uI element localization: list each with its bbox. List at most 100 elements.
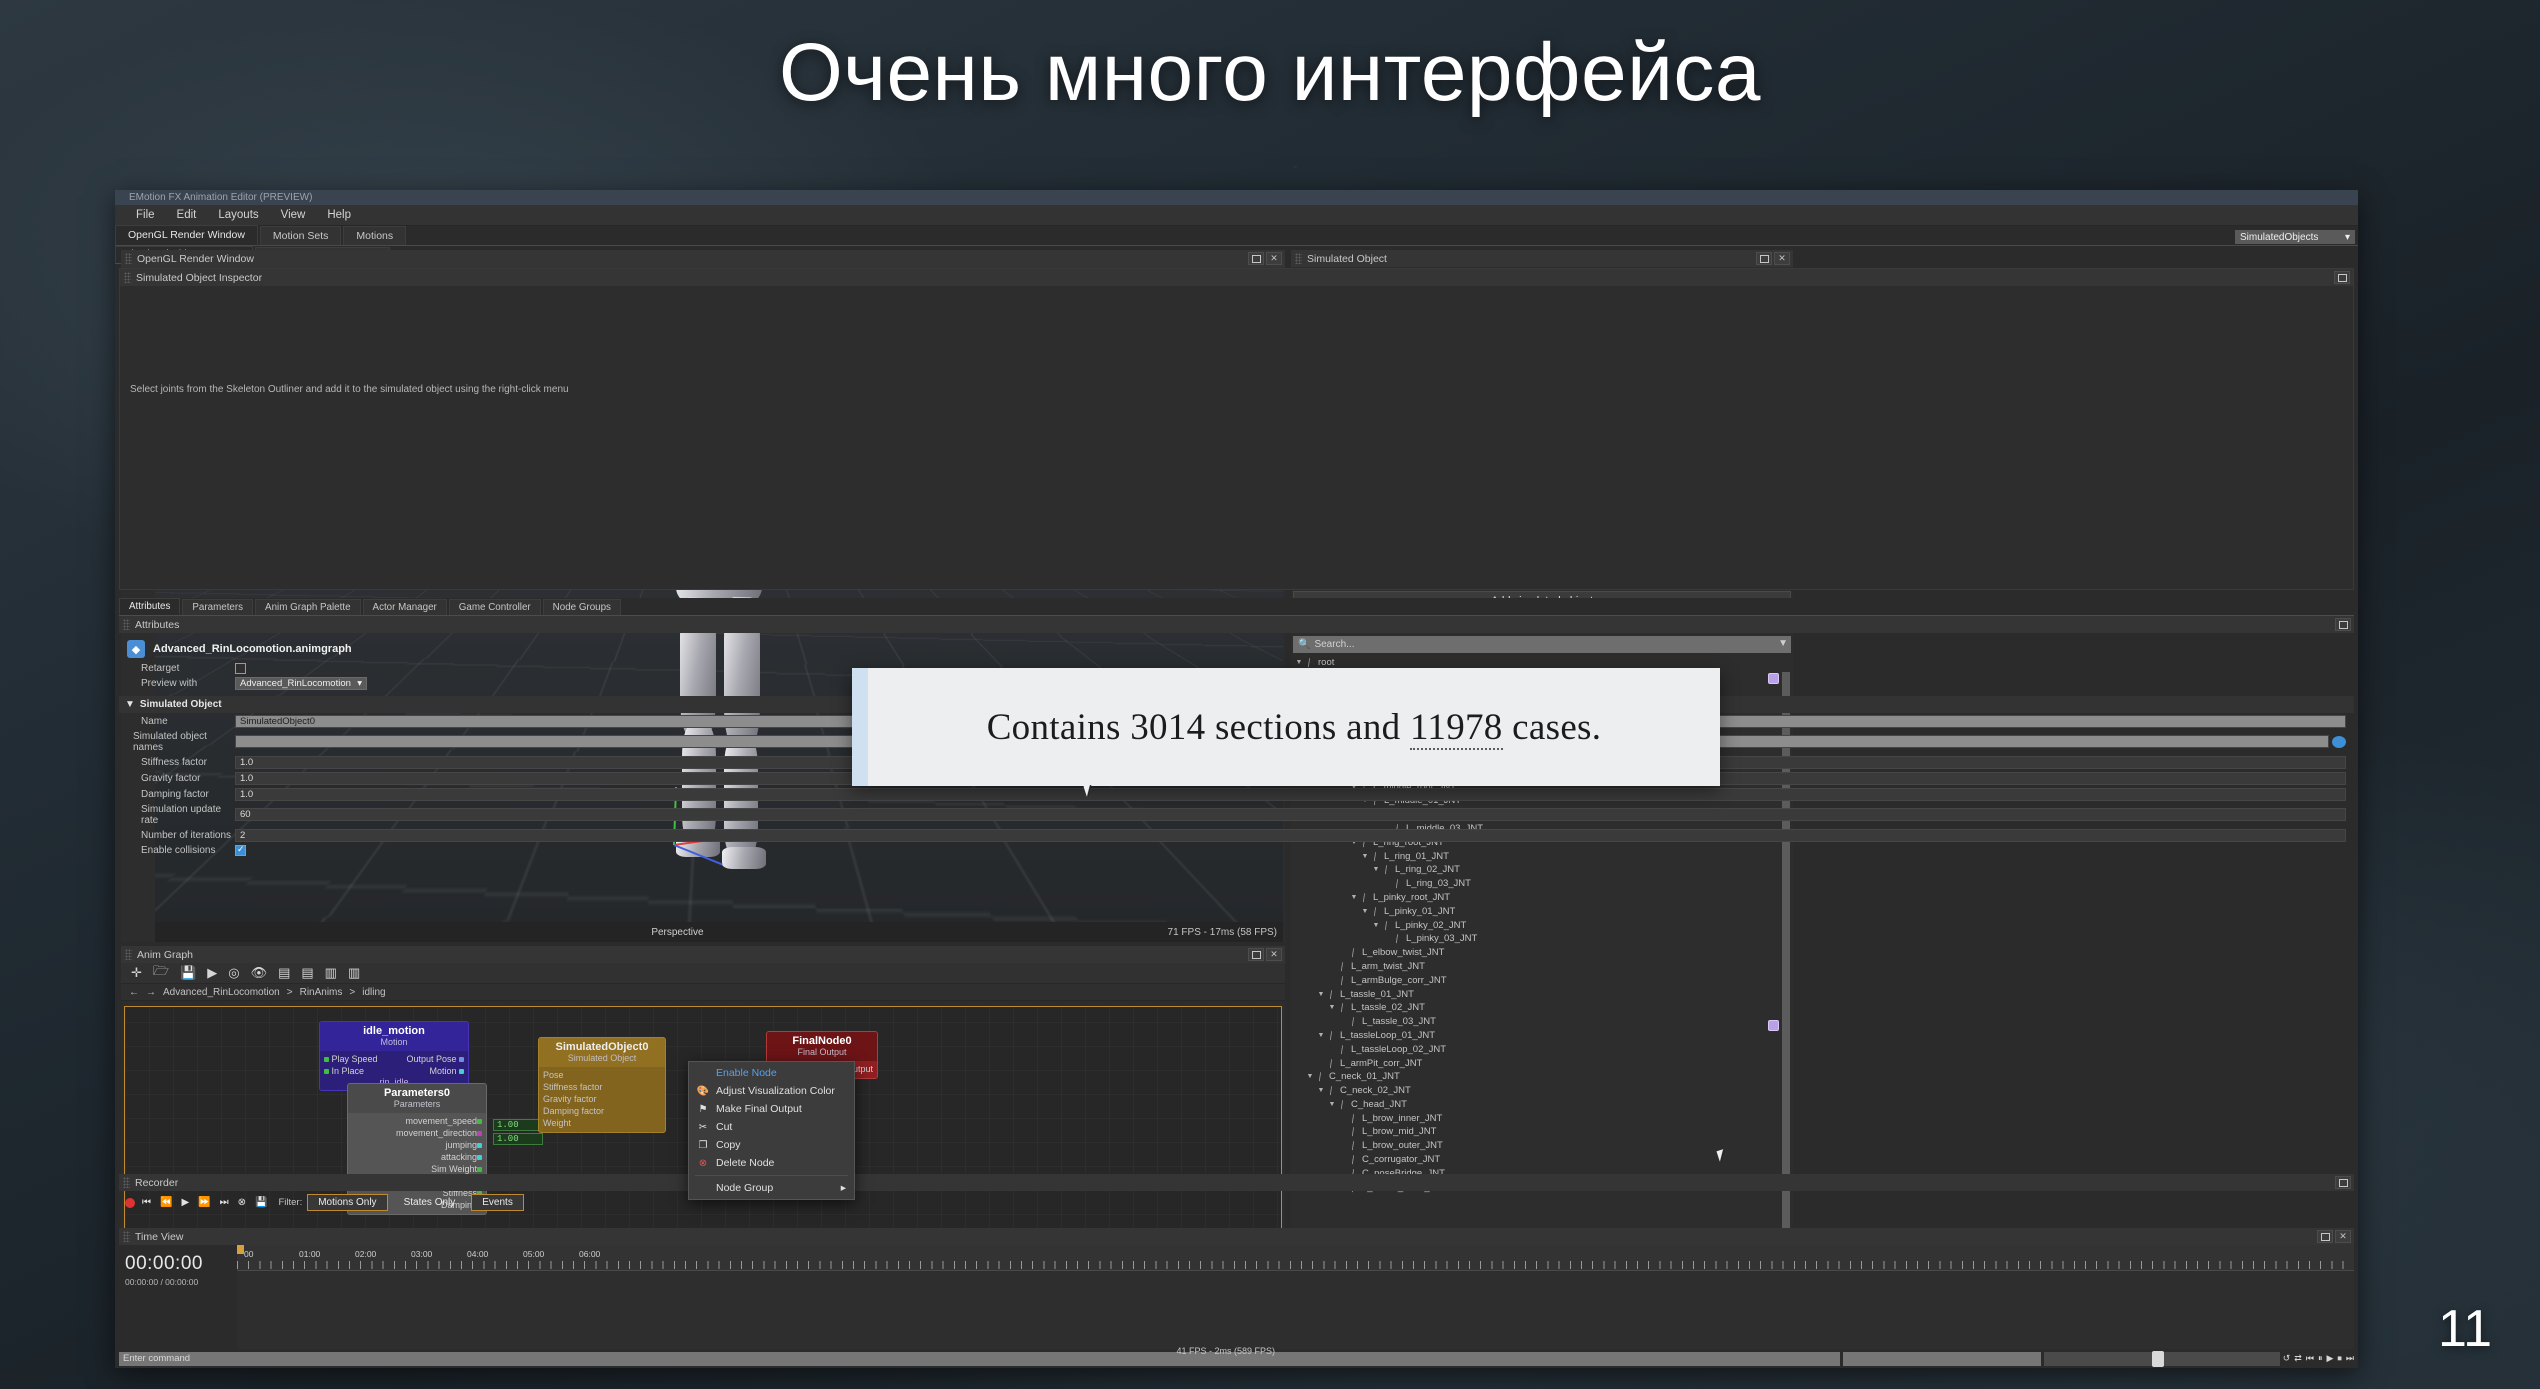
render-window-buttons: ✕ bbox=[1248, 252, 1285, 265]
context-menu-item-make-final-output[interactable]: ⚑ Make Final Output bbox=[689, 1100, 854, 1118]
filter-motions-only[interactable]: Motions Only bbox=[307, 1194, 388, 1211]
drag-grip-icon[interactable] bbox=[123, 619, 130, 630]
drag-grip-icon[interactable] bbox=[123, 1231, 130, 1242]
context-menu-label: Node Group bbox=[716, 1182, 774, 1194]
main-tab-row: OpenGL Render Window Motion Sets Motions bbox=[115, 225, 2358, 246]
callout-accent-bar bbox=[852, 668, 868, 786]
tab-attributes[interactable]: Attributes bbox=[119, 598, 181, 615]
filter-events[interactable]: Events bbox=[471, 1194, 524, 1211]
close-icon[interactable]: ✕ bbox=[1774, 252, 1790, 265]
menu-file[interactable]: File bbox=[125, 207, 166, 223]
simulated-object-title: Simulated Object bbox=[1307, 252, 1387, 265]
picker-icon[interactable] bbox=[2332, 735, 2346, 748]
skip-start-icon[interactable]: ⏮ bbox=[140, 1197, 153, 1208]
time-view-titlebar: Time View ✕ bbox=[119, 1228, 2354, 1245]
maximize-icon[interactable] bbox=[1248, 252, 1264, 265]
tab-parameters[interactable]: Parameters bbox=[182, 599, 254, 615]
tick-label: 02:00 bbox=[355, 1249, 377, 1259]
field-row-simulation-update-rate[interactable]: Simulation update rate 60 bbox=[119, 802, 2354, 827]
current-time: 00:00:00 bbox=[125, 1253, 203, 1274]
field-value[interactable]: 2 bbox=[235, 828, 2346, 842]
filter-states-only[interactable]: States Only bbox=[393, 1194, 467, 1211]
context-menu-label: Delete Node bbox=[716, 1157, 775, 1169]
copy-icon: ❐ bbox=[698, 1139, 708, 1151]
slider-knob[interactable] bbox=[2152, 1350, 2165, 1367]
callout-mid: sections and bbox=[1205, 706, 1410, 748]
playback-slider[interactable] bbox=[2043, 1350, 2280, 1367]
playhead-icon[interactable] bbox=[237, 1245, 244, 1254]
preview-dropdown[interactable]: Advanced_RinLocomotion ▾ bbox=[235, 676, 367, 690]
layout-dropdown[interactable]: SimulatedObjects ▾ bbox=[2235, 230, 2355, 244]
tab-motion-sets[interactable]: Motion Sets bbox=[259, 226, 342, 245]
field-row-enable-collisions[interactable]: Enable collisions bbox=[119, 843, 2354, 857]
pause-icon[interactable]: ⏸ bbox=[2318, 1353, 2323, 1364]
slide-title: Очень много интерфейса bbox=[778, 27, 1762, 118]
field-value[interactable]: 1.0 bbox=[235, 787, 2346, 801]
maximize-icon[interactable] bbox=[1756, 252, 1772, 265]
record-icon[interactable] bbox=[125, 1197, 135, 1208]
menu-view[interactable]: View bbox=[270, 207, 317, 223]
filter-label: Filter: bbox=[278, 1197, 303, 1208]
context-menu-item-node-group[interactable]: Node Group ▸ bbox=[689, 1179, 854, 1197]
menu-help[interactable]: Help bbox=[316, 207, 362, 223]
timeline-ruler[interactable]: 00 01:00 02:00 03:00 04:00 05:00 06:00 bbox=[237, 1245, 2354, 1271]
tab-node-groups[interactable]: Node Groups bbox=[542, 599, 621, 615]
tab-game-controller[interactable]: Game Controller bbox=[448, 599, 541, 615]
command-secondary-input[interactable] bbox=[1842, 1351, 2041, 1366]
time-view-buttons: ✕ bbox=[2317, 1230, 2354, 1243]
node-context-menu[interactable]: Enable Node 🎨 Adjust Visualization Color… bbox=[688, 1061, 855, 1200]
drag-grip-icon[interactable] bbox=[125, 253, 132, 264]
fast-forward-icon[interactable]: ⏩ bbox=[196, 1197, 212, 1208]
blank-icon bbox=[697, 1067, 709, 1079]
close-icon[interactable]: ✕ bbox=[1266, 252, 1282, 265]
drag-grip-icon[interactable] bbox=[123, 1177, 130, 1188]
mirror-icon[interactable]: ⇄ bbox=[2294, 1353, 2302, 1364]
tab-actor-manager[interactable]: Actor Manager bbox=[362, 599, 447, 615]
enable-collisions-checkbox[interactable] bbox=[235, 844, 246, 856]
clear-icon[interactable]: ⊗ bbox=[236, 1197, 248, 1208]
tick-label: 03:00 bbox=[411, 1249, 433, 1259]
timeline[interactable]: 00 01:00 02:00 03:00 04:00 05:00 06:00 bbox=[237, 1245, 2354, 1364]
scissors-icon: ✂ bbox=[698, 1121, 708, 1133]
maximize-icon[interactable] bbox=[2334, 271, 2350, 284]
context-menu-item-enable-node[interactable]: Enable Node bbox=[689, 1064, 854, 1082]
field-row-damping-factor[interactable]: Damping factor 1.0 bbox=[119, 786, 2354, 802]
tab-motions[interactable]: Motions bbox=[343, 226, 407, 245]
loop-icon[interactable]: ↺ bbox=[2283, 1353, 2291, 1364]
play-icon[interactable]: ▶ bbox=[179, 1197, 191, 1208]
maximize-icon[interactable] bbox=[2317, 1230, 2333, 1243]
context-menu-label: Make Final Output bbox=[716, 1103, 802, 1115]
group-title: Simulated Object bbox=[139, 699, 222, 710]
context-menu-label: Cut bbox=[716, 1121, 733, 1133]
drag-grip-icon[interactable] bbox=[124, 272, 131, 283]
tab-anim-graph-palette[interactable]: Anim Graph Palette bbox=[255, 599, 361, 615]
field-value[interactable]: 60 bbox=[235, 808, 2346, 821]
skip-end-icon[interactable]: ⏭ bbox=[2346, 1353, 2354, 1364]
context-menu-item-adjust-visualization-color[interactable]: 🎨 Adjust Visualization Color bbox=[689, 1082, 854, 1100]
context-menu-item-delete-node[interactable]: ⊗ Delete Node bbox=[689, 1154, 854, 1172]
field-label: Number of iterations bbox=[141, 829, 232, 841]
play-icon[interactable]: ▶ bbox=[2326, 1353, 2333, 1364]
save-icon[interactable]: 💾 bbox=[253, 1197, 269, 1208]
rewind-icon[interactable]: ⏪ bbox=[158, 1197, 174, 1208]
command-input[interactable]: Enter command bbox=[119, 1351, 1840, 1366]
maximize-icon[interactable] bbox=[2335, 1176, 2351, 1189]
context-menu-item-cut[interactable]: ✂ Cut bbox=[689, 1118, 854, 1136]
preview-label: Preview with bbox=[141, 677, 198, 689]
drag-grip-icon[interactable] bbox=[1295, 253, 1302, 264]
attributes-title: Attributes bbox=[135, 618, 180, 631]
field-row-number-of-iterations[interactable]: Number of iterations 2 bbox=[119, 827, 2354, 843]
context-menu-item-copy[interactable]: ❐ Copy bbox=[689, 1136, 854, 1154]
retarget-checkbox[interactable] bbox=[235, 662, 246, 674]
close-icon[interactable]: ✕ bbox=[2335, 1230, 2351, 1243]
maximize-icon[interactable] bbox=[2335, 618, 2351, 631]
chevron-down-icon: ▾ bbox=[2344, 231, 2350, 243]
skip-start-icon[interactable]: ⏮ bbox=[2306, 1353, 2314, 1364]
stop-icon[interactable]: ⏹ bbox=[2337, 1353, 2342, 1364]
skip-end-icon[interactable]: ⏭ bbox=[218, 1197, 231, 1208]
menu-edit[interactable]: Edit bbox=[166, 207, 208, 223]
tab-opengl-render-window[interactable]: OpenGL Render Window bbox=[115, 225, 258, 245]
chevron-down-icon[interactable]: ▼ bbox=[125, 699, 135, 710]
layout-dropdown-value: SimulatedObjects bbox=[2240, 231, 2319, 243]
menu-layouts[interactable]: Layouts bbox=[207, 207, 269, 223]
